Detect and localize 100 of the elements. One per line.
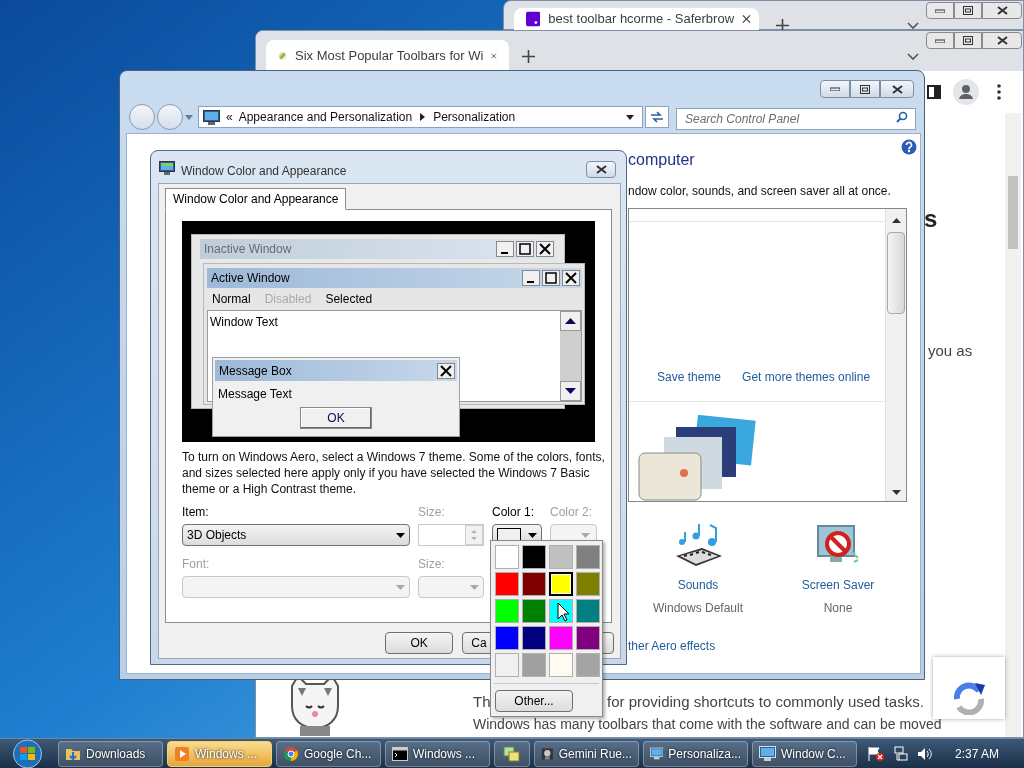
color-swatch[interactable] [522, 572, 546, 596]
color-swatch[interactable] [549, 545, 573, 569]
message-text: Message Text [218, 386, 292, 403]
color-swatch[interactable] [549, 626, 573, 650]
breadcrumb-arrow-icon[interactable] [420, 113, 426, 121]
refresh-arrows-icon[interactable] [951, 681, 987, 715]
close-icon [595, 165, 607, 174]
caret-icon [528, 532, 537, 538]
paragraph-text: you as [928, 341, 973, 361]
maximize-button[interactable] [850, 80, 880, 98]
ok-button[interactable]: OK [300, 407, 372, 429]
window-title: Inactive Window [204, 241, 292, 258]
caret-icon [396, 584, 405, 590]
close-icon [996, 36, 1008, 45]
color-swatch[interactable] [522, 626, 546, 650]
scroll-down-icon[interactable] [892, 490, 901, 495]
start-button[interactable] [10, 738, 45, 768]
taskbar-button[interactable]: Google Ch... [276, 740, 381, 767]
dropdown[interactable]: 3D Objects [182, 524, 410, 546]
network-icon[interactable] [893, 745, 909, 762]
close-button[interactable] [982, 2, 1022, 19]
theme-list[interactable]: Save theme Get more themes online [628, 208, 907, 502]
address-bar[interactable]: « Appearance and Personalization Personalization [198, 106, 643, 128]
color-swatch[interactable] [576, 545, 600, 569]
browser-tab[interactable]: Six Most Popular Toolbars for Wi [266, 40, 509, 71]
theme-link[interactable]: Save theme [657, 368, 722, 386]
close-icon[interactable] [536, 241, 554, 257]
caret-icon[interactable] [626, 114, 634, 120]
scrollbar[interactable] [1005, 113, 1021, 737]
monitor-icon [759, 746, 776, 761]
window-stack-icon [503, 745, 521, 762]
color-swatch[interactable] [549, 653, 573, 677]
color-swatch[interactable] [576, 599, 600, 623]
scroll-down-icon[interactable] [560, 381, 581, 401]
plus-icon[interactable] [776, 19, 789, 32]
profile-icon[interactable] [953, 79, 979, 105]
chevron-down-icon[interactable] [907, 53, 919, 61]
color-swatch[interactable] [522, 599, 546, 623]
field-label: Color 1: [492, 504, 536, 521]
aero-effects-link[interactable]: ther Aero effects [628, 637, 908, 655]
other-colors-button[interactable]: Other... [495, 690, 573, 712]
color-swatch[interactable] [495, 653, 519, 677]
color-swatch[interactable] [522, 653, 546, 677]
minimize-icon[interactable] [496, 241, 514, 257]
close-icon[interactable] [562, 270, 580, 286]
minimize-icon [935, 38, 945, 43]
close-button[interactable] [880, 80, 914, 98]
color-swatch[interactable] [576, 653, 600, 677]
taskbar-button[interactable]: Windows ... [385, 740, 490, 767]
close-icon[interactable] [742, 14, 751, 24]
flag-alert-icon[interactable] [867, 745, 885, 762]
tab[interactable]: Window Color and Appearance [165, 188, 347, 210]
field-label: Size: [418, 556, 446, 573]
scroll-up-icon[interactable] [892, 218, 901, 223]
menu-item[interactable]: Selected [325, 290, 373, 308]
maximize-icon[interactable] [516, 241, 534, 257]
color-swatch[interactable] [522, 545, 546, 569]
description-text: ndow color, sounds, and screen saver all at once. [628, 183, 892, 200]
close-button[interactable] [586, 161, 616, 178]
color-swatch[interactable] [495, 572, 519, 596]
maximize-icon[interactable] [542, 270, 560, 286]
close-button[interactable] [982, 32, 1022, 49]
color-swatch[interactable] [576, 572, 600, 596]
menu-icon[interactable] [997, 84, 1001, 100]
scrollbar-thumb[interactable] [887, 232, 905, 314]
breadcrumb-overflow[interactable]: « [226, 108, 233, 126]
taskbar-button[interactable]: Downloads [58, 740, 163, 767]
clock[interactable]: 2:37 AM [955, 744, 1000, 763]
dialog-button[interactable]: OK [385, 632, 454, 654]
page-heading: computer [628, 150, 696, 170]
color-swatch[interactable] [549, 572, 573, 596]
color-swatch[interactable] [495, 626, 519, 650]
setting-link[interactable]: Screen Saver [801, 576, 875, 594]
menu-item[interactable]: Normal [212, 290, 251, 308]
minimize-icon[interactable] [522, 270, 540, 286]
minimize-icon [830, 87, 840, 91]
taskbar-button[interactable]: Window C... [752, 740, 857, 767]
theme-link[interactable]: Get more themes online [742, 368, 871, 386]
breadcrumb-item[interactable]: Personalization [433, 108, 516, 126]
maximize-button[interactable] [954, 32, 982, 49]
breadcrumb-item[interactable]: Appearance and Personalization [238, 108, 413, 126]
browser-tab[interactable]: best toolbar hcorme - Saferbrow [514, 8, 759, 30]
taskbar-button[interactable]: Personaliza... [643, 740, 748, 767]
color-swatch[interactable] [576, 626, 600, 650]
help-icon[interactable] [901, 139, 917, 155]
sidebar-icon[interactable] [927, 85, 941, 99]
maximize-button[interactable] [954, 2, 982, 19]
scroll-up-icon[interactable] [560, 311, 581, 331]
refresh-button[interactable] [645, 106, 669, 128]
paragraph-text: Th [473, 692, 491, 712]
close-icon [891, 84, 903, 94]
plus-icon[interactable] [522, 50, 535, 63]
color-swatch[interactable] [495, 545, 519, 569]
chevron-down-icon[interactable] [907, 22, 919, 30]
color-swatch[interactable] [495, 599, 519, 623]
close-icon[interactable] [437, 362, 455, 379]
taskbar-button[interactable]: Gemini Rue... [534, 740, 639, 767]
taskbar-button[interactable] [494, 740, 530, 767]
setting-link[interactable]: Sounds [677, 576, 719, 594]
search-field[interactable]: Search Control Panel [676, 108, 916, 130]
